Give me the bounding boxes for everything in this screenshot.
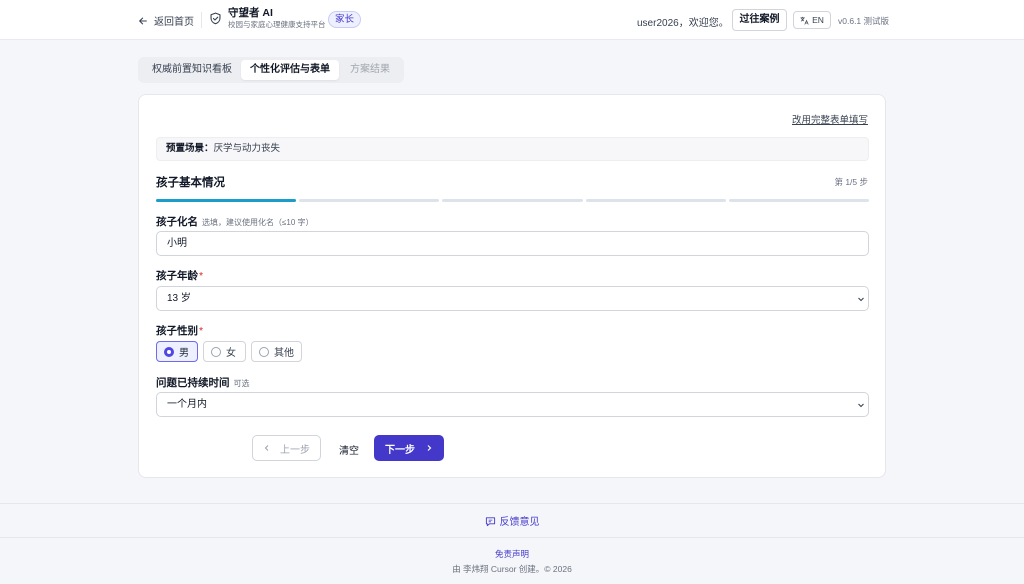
brand-title: 守望者 AI [228, 7, 273, 19]
nickname-label: 孩子化名 选填，建议使用化名（≤10 字） [156, 214, 314, 229]
divider [201, 12, 202, 28]
back-home-link[interactable]: 返回首页 [138, 13, 194, 28]
step-tabs: 权威前置知识看板 个性化评估与表单 方案结果 [138, 57, 404, 83]
age-select[interactable]: 13 岁 [156, 286, 869, 311]
chevron-down-icon [858, 403, 864, 408]
progress-segment [156, 199, 297, 202]
duration-select-value: 一个月内 [167, 399, 207, 410]
tab-knowledge-board[interactable]: 权威前置知识看板 [144, 60, 240, 80]
footer-divider [0, 503, 1024, 504]
preset-scenario-box: 预置场景：厌学与动力丧失 [156, 137, 869, 161]
language-toggle-button[interactable]: EN [793, 11, 831, 29]
translate-icon [800, 16, 809, 25]
required-mark: * [199, 325, 204, 337]
chevron-right-icon [427, 445, 432, 451]
gender-option-label: 其他 [274, 348, 294, 359]
next-step-label: 下一步 [385, 444, 415, 456]
progress-segment [728, 199, 870, 202]
radio-icon [164, 346, 174, 357]
footer-divider [0, 537, 1024, 538]
nickname-input[interactable]: 小明 [156, 231, 869, 256]
scenario-label: 预置场景： [166, 143, 214, 154]
section-title: 孩子基本情况 [156, 177, 225, 189]
step-progress [156, 199, 870, 202]
duration-hint: 可选 [233, 379, 250, 388]
next-step-button[interactable]: 下一步 [374, 435, 444, 461]
tab-assessment-form[interactable]: 个性化评估与表单 [241, 60, 339, 80]
shield-check-icon [209, 12, 222, 25]
duration-label-text: 问题已持续时间 [156, 377, 230, 389]
brand: 守望者 AI 校园与家庭心理健康支持平台 [209, 7, 326, 29]
gender-option-male[interactable]: 男 [156, 341, 198, 362]
user-greeting: user2026，欢迎您。 [637, 18, 729, 29]
past-cases-button[interactable]: 过往案例 [732, 9, 787, 31]
duration-select[interactable]: 一个月内 [156, 392, 869, 417]
tab-plan-result: 方案结果 [350, 64, 390, 75]
clear-button[interactable]: 清空 [339, 442, 359, 457]
radio-icon [259, 346, 269, 357]
gender-label: 孩子性别* [156, 323, 203, 338]
language-label: EN [812, 15, 824, 25]
radio-icon [211, 346, 221, 357]
arrow-left-icon [139, 17, 147, 24]
age-select-value: 13 岁 [167, 293, 191, 304]
progress-segment [585, 199, 726, 202]
gender-label-text: 孩子性别 [156, 325, 198, 337]
gender-option-female[interactable]: 女 [203, 341, 246, 362]
duration-label: 问题已持续时间 可选 [156, 375, 250, 390]
assessment-card: 改用完整表单填写 预置场景：厌学与动力丧失 孩子基本情况 第 1/5 步 孩子化… [138, 94, 886, 478]
switch-full-form-link[interactable]: 改用完整表单填写 [792, 112, 868, 126]
credit-text: 由 李炜翔 Cursor 创建。© 2026 [452, 564, 572, 574]
disclaimer-link[interactable]: 免责声明 [0, 548, 1024, 560]
progress-segment [442, 199, 583, 202]
nickname-hint: 选填，建议使用化名（≤10 字） [202, 218, 314, 227]
gender-option-other[interactable]: 其他 [251, 341, 302, 362]
top-bar: 返回首页 守望者 AI 校园与家庭心理健康支持平台 家长 user2026，欢迎… [0, 0, 1024, 40]
age-label-text: 孩子年龄 [156, 270, 198, 282]
version-label: v0.6.1 测试版 [838, 16, 890, 26]
role-badge: 家长 [328, 11, 362, 28]
gender-option-label: 男 [179, 348, 189, 359]
feedback-label: 反馈意见 [499, 517, 540, 528]
progress-segment [299, 199, 440, 202]
back-home-label: 返回首页 [154, 17, 194, 28]
chevron-down-icon [858, 297, 864, 302]
gender-option-label: 女 [226, 348, 236, 359]
prev-step-button[interactable]: 上一步 [252, 435, 321, 461]
feedback-link[interactable]: 反馈意见 [0, 513, 1024, 528]
required-mark: * [199, 270, 204, 282]
chevron-left-icon [264, 445, 269, 451]
age-label: 孩子年龄* [156, 268, 203, 283]
nickname-label-text: 孩子化名 [156, 216, 198, 228]
prev-step-label: 上一步 [280, 444, 310, 456]
step-counter: 第 1/5 步 [834, 177, 868, 187]
scenario-value: 厌学与动力丧失 [213, 143, 281, 154]
brand-subtitle: 校园与家庭心理健康支持平台 [228, 19, 326, 29]
message-icon [485, 517, 495, 527]
